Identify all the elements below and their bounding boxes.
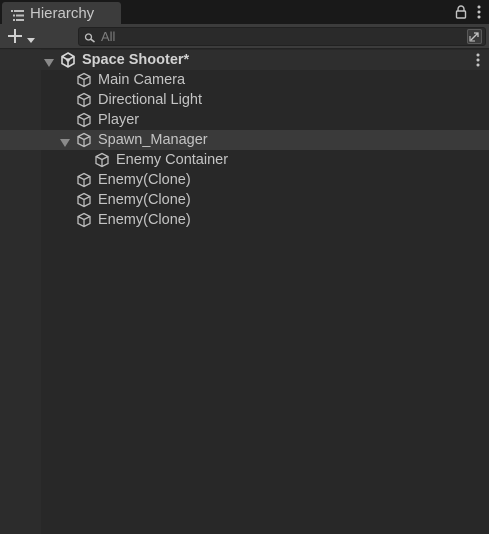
gameobject-cube-icon <box>76 92 92 108</box>
kebab-menu-icon[interactable] <box>477 5 481 19</box>
hierarchy-item-label: Main Camera <box>98 72 186 88</box>
foldout-expanded-icon[interactable] <box>60 135 70 147</box>
hierarchy-item-label: Spawn_Manager <box>98 132 208 148</box>
gameobject-cube-icon <box>76 192 92 208</box>
triangle-down-icon <box>26 32 36 43</box>
hierarchy-item-label: Player <box>98 112 140 128</box>
hierarchy-item[interactable]: Spawn_Manager <box>0 130 489 150</box>
tab-title: Hierarchy <box>30 4 95 22</box>
lock-icon[interactable] <box>455 5 467 19</box>
tab-hierarchy[interactable]: Hierarchy <box>2 2 121 24</box>
expand-search-icon[interactable] <box>467 29 482 44</box>
create-button[interactable] <box>7 27 41 45</box>
plus-icon <box>7 28 23 44</box>
search-input[interactable] <box>101 29 461 44</box>
hierarchy-item[interactable]: Player <box>0 110 489 130</box>
hierarchy-tree: Space Shooter* Main Camera Directional Li… <box>0 49 489 534</box>
foldout-expanded-icon[interactable] <box>44 55 54 67</box>
hierarchy-item[interactable]: Enemy(Clone) <box>0 170 489 190</box>
hierarchy-item-label: Enemy(Clone) <box>98 192 191 208</box>
search-field[interactable] <box>78 27 486 46</box>
gameobject-cube-icon <box>76 72 92 88</box>
hierarchy-item-label: Enemy Container <box>116 152 229 168</box>
unity-scene-icon <box>60 52 76 68</box>
hierarchy-item[interactable]: Enemy(Clone) <box>0 210 489 230</box>
hierarchy-item[interactable]: Enemy Container <box>0 150 489 170</box>
scene-name: Space Shooter* <box>82 52 190 68</box>
hierarchy-list-icon <box>11 8 24 21</box>
gameobject-cube-icon <box>76 132 92 148</box>
search-icon <box>84 31 96 43</box>
hierarchy-item-label: Enemy(Clone) <box>98 212 191 228</box>
hierarchy-item-label: Directional Light <box>98 92 202 108</box>
hierarchy-item[interactable]: Directional Light <box>0 90 489 110</box>
hierarchy-toolbar <box>0 24 489 49</box>
gameobject-cube-icon <box>76 212 92 228</box>
gameobject-cube-icon <box>94 152 110 168</box>
gameobject-cube-icon <box>76 112 92 128</box>
scene-row[interactable]: Space Shooter* <box>0 50 489 70</box>
tab-bar: Hierarchy <box>0 0 489 24</box>
scene-menu-icon[interactable] <box>476 53 480 67</box>
hierarchy-window: Hierarchy All Space Shooter* Main Camera… <box>0 0 489 534</box>
hierarchy-item[interactable]: Enemy(Clone) <box>0 190 489 210</box>
hierarchy-item[interactable]: Main Camera <box>0 70 489 90</box>
hierarchy-item-label: Enemy(Clone) <box>98 172 191 188</box>
gameobject-cube-icon <box>76 172 92 188</box>
